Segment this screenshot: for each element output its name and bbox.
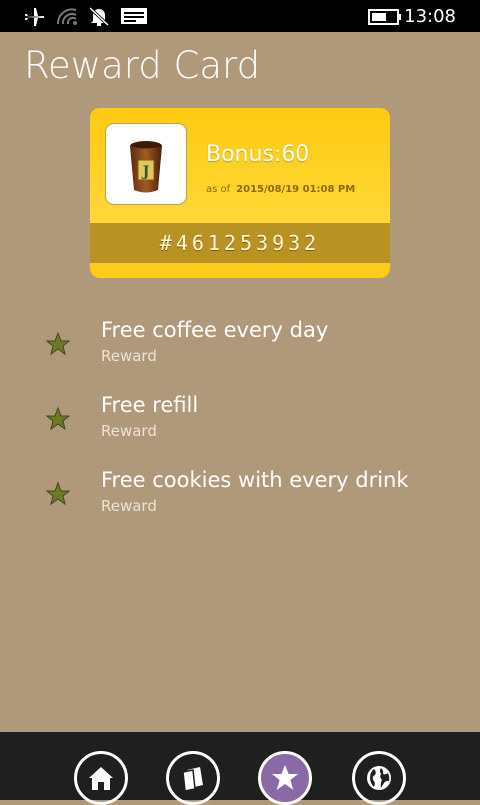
as-of-label: as of — [206, 184, 231, 195]
globe-icon — [367, 766, 391, 790]
as-of-line: as of 2015/08/19 01:08 PM — [206, 184, 355, 195]
quiet-hours-icon — [88, 6, 110, 26]
logo-letter: J — [141, 164, 150, 180]
as-of-date: 2015/08/19 01:08 PM — [236, 184, 356, 195]
battery-icon — [368, 9, 401, 25]
reward-title: Free cookies with every drink — [101, 468, 409, 492]
reward-subtitle: Reward — [101, 347, 157, 365]
star-icon — [46, 407, 70, 431]
reward-subtitle: Reward — [101, 422, 157, 440]
status-bar: 13:08 — [0, 0, 480, 32]
reward-title: Free refill — [101, 393, 199, 417]
bonus-points: Bonus:60 — [206, 142, 310, 167]
reward-title: Free coffee every day — [101, 318, 329, 342]
home-icon — [89, 767, 113, 790]
coffee-cup-icon: J — [130, 141, 162, 193]
star-icon — [46, 332, 70, 356]
star-icon — [46, 482, 70, 506]
notification-icon — [121, 8, 147, 24]
card-number: #461253932 — [159, 231, 321, 255]
star-icon — [272, 765, 298, 790]
reward-item[interactable]: Free refill Reward — [40, 393, 460, 455]
reward-subtitle: Reward — [101, 497, 157, 515]
airplane-icon — [24, 8, 44, 26]
app-bar — [0, 732, 480, 805]
card-bottom — [90, 263, 390, 278]
home-button[interactable] — [74, 751, 128, 805]
page-title: Reward Card — [24, 44, 261, 87]
cards-button[interactable] — [166, 751, 220, 805]
wifi-icon — [56, 8, 77, 25]
reward-item[interactable]: Free coffee every day Reward — [40, 318, 460, 380]
reward-item[interactable]: Free cookies with every drink Reward — [40, 468, 460, 530]
reward-card[interactable]: J Bonus:60 as of 2015/08/19 01:08 PM #461… — [90, 108, 390, 278]
status-time: 13:08 — [404, 6, 456, 27]
globe-button[interactable] — [352, 751, 406, 805]
rewards-button[interactable] — [258, 751, 312, 805]
coffee-logo: J — [106, 124, 186, 204]
cards-icon — [182, 767, 203, 792]
